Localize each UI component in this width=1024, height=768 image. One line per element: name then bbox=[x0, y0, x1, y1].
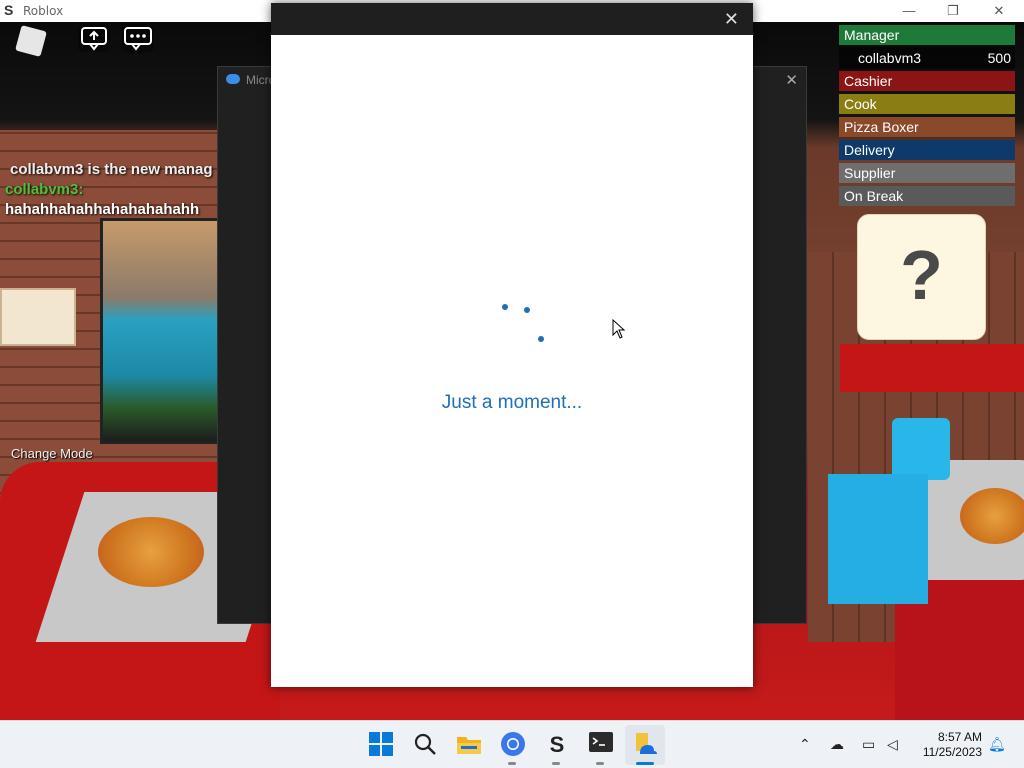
terminal-icon[interactable] bbox=[587, 731, 615, 759]
mouse-cursor-icon bbox=[612, 318, 626, 344]
team-delivery: Delivery bbox=[839, 140, 1015, 160]
dialog-titlebar: ✕ bbox=[271, 3, 753, 35]
team-supplier: Supplier bbox=[839, 163, 1015, 183]
member-name: collabvm3 bbox=[858, 50, 922, 66]
wall-painting bbox=[100, 218, 226, 444]
chevron-up-icon[interactable]: ⌃ bbox=[799, 736, 811, 753]
chrome-icon[interactable] bbox=[499, 731, 527, 759]
chat-bubble-icon[interactable] bbox=[78, 24, 110, 52]
team-manager: Manager bbox=[839, 25, 1015, 45]
active-indicator bbox=[636, 762, 654, 765]
wall-sign bbox=[0, 288, 76, 346]
chat-line-3: hahahhahahhahahahahahh bbox=[5, 201, 200, 218]
pizza bbox=[98, 517, 204, 587]
chat-line-2: collabvm3: bbox=[5, 181, 84, 198]
running-indicator bbox=[508, 762, 516, 765]
spinner-dot bbox=[524, 307, 530, 313]
file-explorer-icon[interactable] bbox=[455, 731, 483, 759]
running-indicator bbox=[596, 762, 604, 765]
system-clock[interactable]: 8:57 AM 11/25/2023 bbox=[923, 730, 982, 760]
member-score: 500 bbox=[987, 50, 1011, 66]
spinner-dot bbox=[538, 336, 544, 342]
notification-bell-icon[interactable]: 🔔︎ bbox=[988, 736, 1006, 753]
speech-bubble: ? bbox=[857, 214, 986, 340]
onedrive-cloud-icon bbox=[226, 74, 240, 84]
search-icon[interactable] bbox=[411, 731, 439, 759]
roblox-logo-icon: S bbox=[4, 2, 14, 18]
dialog-close-button[interactable]: ✕ bbox=[724, 9, 739, 30]
chat-line-1: collabvm3 is the new manag bbox=[10, 161, 213, 178]
roblox-menu-icon[interactable] bbox=[15, 25, 47, 57]
network-icon[interactable]: ▭ bbox=[862, 736, 875, 753]
loading-dialog: ✕ Just a moment... bbox=[271, 3, 753, 687]
maximize-button[interactable]: ❐ bbox=[930, 0, 976, 22]
background-dialog-close-button[interactable]: ✕ bbox=[785, 71, 798, 89]
team-on-break: On Break bbox=[839, 186, 1015, 206]
clock-time: 8:57 AM bbox=[937, 730, 982, 744]
roblox-studio-icon[interactable]: S bbox=[543, 731, 571, 759]
volume-muted-icon[interactable]: ◁ bbox=[887, 736, 898, 753]
team-cook: Cook bbox=[839, 94, 1015, 114]
running-indicator bbox=[552, 762, 560, 765]
onedrive-setup-icon[interactable] bbox=[631, 731, 659, 759]
avatar-head bbox=[892, 418, 950, 480]
team-pizza-boxer: Pizza Boxer bbox=[839, 117, 1015, 137]
team-cashier: Cashier bbox=[839, 71, 1015, 91]
pizza-right bbox=[960, 488, 1024, 544]
chat-icon[interactable] bbox=[122, 24, 154, 52]
spinner-dot bbox=[502, 304, 508, 310]
change-mode-button[interactable]: Change Mode bbox=[11, 446, 93, 461]
windows-start-icon[interactable] bbox=[367, 731, 395, 759]
clock-date: 11/25/2023 bbox=[922, 745, 982, 759]
question-mark-icon: ? bbox=[900, 236, 943, 314]
avatar-body bbox=[828, 474, 928, 604]
window-title: Roblox bbox=[23, 4, 64, 18]
loading-message: Just a moment... bbox=[441, 392, 583, 413]
red-tables bbox=[840, 344, 1024, 392]
taskbar: S ⌃ ☁ ▭ ◁ 8:57 AM 11/25/2023 🔔︎ bbox=[0, 720, 1024, 768]
onedrive-tray-icon[interactable]: ☁ bbox=[830, 736, 844, 753]
close-button[interactable]: ✕ bbox=[976, 0, 1022, 22]
minimize-button[interactable]: — bbox=[886, 0, 932, 22]
team-member-row: collabvm3 500 bbox=[839, 47, 1015, 69]
